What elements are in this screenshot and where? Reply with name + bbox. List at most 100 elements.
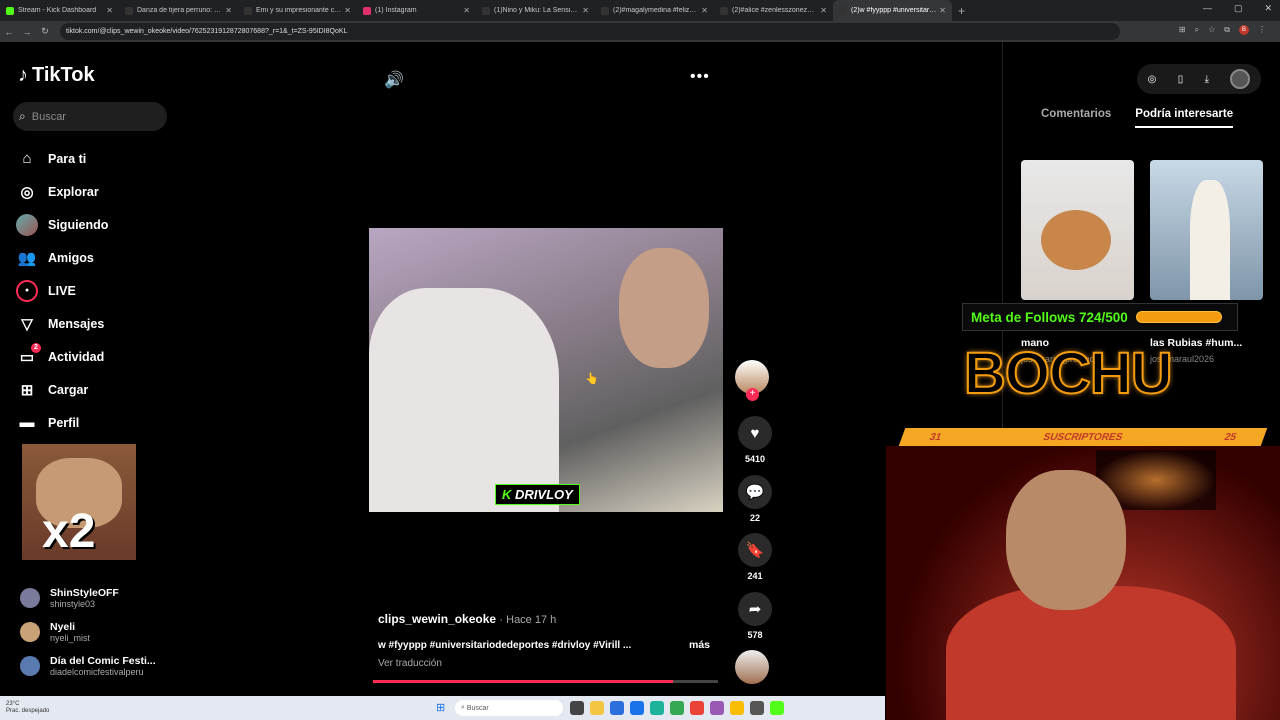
back-icon[interactable]: ← — [0, 27, 18, 37]
edge-icon[interactable] — [650, 701, 664, 715]
chrome-icon[interactable] — [730, 701, 744, 715]
compass-icon[interactable]: ◎ — [1148, 74, 1157, 85]
forward-icon[interactable]: → — [18, 27, 36, 37]
save-count: 241 — [747, 571, 763, 581]
more-options-icon[interactable]: ••• — [690, 68, 710, 86]
tab-title: Stream - Kick Dashboard — [18, 7, 97, 14]
tab-close-icon[interactable]: ✕ — [820, 6, 827, 15]
home-icon: ⌂ — [22, 150, 32, 167]
author-name[interactable]: clips_wewin_okeoke — [378, 612, 496, 626]
more-link[interactable]: más — [689, 639, 710, 651]
zoom-icon[interactable]: ⌕ — [1195, 25, 1199, 35]
close-window-icon[interactable]: ✕ — [1264, 3, 1272, 14]
tab-close-icon[interactable]: ✕ — [939, 6, 946, 15]
chrome-icon[interactable] — [690, 701, 704, 715]
goal-text: Meta de Follows 724/500 — [971, 309, 1128, 325]
share-button[interactable]: ➦ 578 — [735, 592, 775, 640]
mouse-cursor-icon: 👆 — [585, 373, 599, 385]
account-handle: shinstyle03 — [50, 599, 96, 609]
browser-tab[interactable]: (2)#magalymedina #felizcump ✕ — [595, 0, 714, 21]
sidebar-item-perfil[interactable]: ▬ Perfil — [16, 406, 186, 439]
sidebar-item-para-ti[interactable]: ⌂ Para ti — [16, 142, 186, 175]
recommended-thumbnail[interactable] — [1150, 160, 1263, 300]
sidebar-item-siguiendo[interactable]: Siguiendo — [16, 208, 186, 241]
video-progress-bar[interactable] — [373, 680, 718, 683]
tab-close-icon[interactable]: ✕ — [106, 6, 113, 15]
menu-kebab-icon[interactable]: ⋮ — [1258, 25, 1266, 35]
minimize-icon[interactable]: — — [1203, 3, 1212, 14]
sidebar-item-explorar[interactable]: ◎ Explorar — [16, 175, 186, 208]
user-avatar[interactable] — [1230, 69, 1251, 89]
windows-taskbar: 23°C Prac. despejado ⊞ ⌕ Buscar — [0, 696, 885, 720]
following-account[interactable]: Nyeli nyeli_mist — [20, 621, 190, 643]
tab-close-icon[interactable]: ✕ — [225, 6, 232, 15]
url-field[interactable]: tiktok.com/@clips_wewin_okeoke/video/762… — [60, 23, 1120, 40]
browser-tab[interactable]: Stream - Kick Dashboard ✕ — [0, 0, 119, 21]
sidebar-item-amigos[interactable]: 👥 Amigos — [16, 241, 186, 274]
tab-recommended[interactable]: Podría interesarte — [1135, 108, 1234, 128]
kick-icon[interactable] — [770, 701, 784, 715]
app-icon[interactable] — [710, 701, 724, 715]
webcam-overlay — [886, 446, 1280, 720]
browser-tab[interactable]: Danza de tijera perruno: risas y✕ — [119, 0, 238, 21]
taskbar-search[interactable]: ⌕ Buscar — [455, 700, 563, 716]
app-icon[interactable] — [750, 701, 764, 715]
nav-label: Actividad — [48, 349, 105, 364]
browser-tab[interactable]: (2)#alice #zenlesszonezero | alt✕ — [714, 0, 833, 21]
recommended-thumbnail[interactable] — [1021, 160, 1134, 300]
browser-tab[interactable]: Emi y su impresionante cosplay✕ — [238, 0, 357, 21]
browser-tab[interactable]: (1)Nino y Miku: La Sensibilidad✕ — [476, 0, 595, 21]
next-creator-avatar[interactable] — [735, 650, 769, 684]
sidebar-item-mensajes[interactable]: ▽ Mensajes — [16, 307, 186, 340]
tiktok-favicon-icon — [482, 6, 490, 15]
volume-icon[interactable]: 🔊 — [384, 70, 404, 90]
profile-avatar[interactable]: B — [1239, 25, 1249, 35]
weather-widget[interactable]: 23°C Prac. despejado — [6, 701, 49, 715]
mail-icon[interactable] — [630, 701, 644, 715]
tab-title: (1) Instagram — [375, 7, 417, 14]
address-bar-row: ← → ↻ tiktok.com/@clips_wewin_okeoke/vid… — [0, 21, 1280, 42]
like-button[interactable]: ♥ 5410 — [735, 416, 775, 464]
taskview-icon[interactable] — [570, 701, 584, 715]
tab-title: Danza de tijera perruno: risas y — [137, 7, 222, 14]
sidebar-item-live[interactable]: ● LIVE — [16, 274, 186, 307]
download-icon[interactable]: ⤓ — [1205, 74, 1209, 85]
bookmark-star-icon[interactable]: ☆ — [1208, 25, 1215, 35]
store-icon[interactable] — [610, 701, 624, 715]
search-input[interactable]: ⌕ Buscar — [13, 102, 167, 131]
windows-start-icon[interactable]: ⊞ — [436, 701, 445, 714]
goal-progress-bar — [1135, 311, 1222, 323]
following-account[interactable]: ShinStyleOFF shinstyle03 — [20, 587, 190, 609]
extensions-icon[interactable]: ⧉ — [1224, 25, 1230, 35]
follow-plus-icon[interactable]: + — [746, 388, 759, 401]
tiktok-logo[interactable]: ♪ TikTok — [18, 64, 95, 87]
translate-icon[interactable]: ⊞ — [1179, 25, 1186, 35]
nav-label: Siguiendo — [48, 217, 109, 232]
browser-tab[interactable]: (1) Instagram ✕ — [357, 0, 476, 21]
sidebar-item-actividad[interactable]: ▭ 2 Actividad — [16, 340, 186, 373]
chrome-icon[interactable] — [670, 701, 684, 715]
tiktok-favicon-icon — [839, 6, 847, 15]
tab-close-icon[interactable]: ✕ — [344, 6, 351, 15]
tab-title: Emi y su impresionante cosplay — [256, 7, 342, 14]
tab-close-icon[interactable]: ✕ — [463, 6, 470, 15]
maximize-icon[interactable]: ▢ — [1234, 3, 1243, 14]
save-button[interactable]: 🔖 241 — [735, 533, 775, 581]
reload-icon[interactable]: ↻ — [36, 26, 54, 37]
browser-tab-active[interactable]: (2)w #fyyppp #universitariode ✕ — [833, 0, 952, 21]
file-explorer-icon[interactable] — [590, 701, 604, 715]
comment-button[interactable]: 💬 22 — [735, 475, 775, 523]
sidebar-item-cargar[interactable]: ⊞ Cargar — [16, 373, 186, 406]
tiktok-favicon-icon — [125, 6, 133, 15]
following-account[interactable]: Día del Comic Festi... diadelcomicfestiva… — [20, 655, 190, 677]
tab-close-icon[interactable]: ✕ — [701, 6, 708, 15]
phone-icon[interactable]: ▯ — [1178, 74, 1184, 85]
translate-link[interactable]: Ver traducción — [378, 658, 718, 669]
new-tab-icon[interactable]: + — [958, 4, 965, 18]
tab-comments[interactable]: Comentarios — [1041, 108, 1111, 128]
tiktok-favicon-icon — [244, 6, 252, 15]
profile-icon: ▬ — [19, 414, 35, 431]
video-player[interactable]: K DRIVLOY — [369, 228, 723, 512]
follow-goal-overlay: Meta de Follows 724/500 — [962, 303, 1238, 331]
tab-close-icon[interactable]: ✕ — [582, 6, 589, 15]
